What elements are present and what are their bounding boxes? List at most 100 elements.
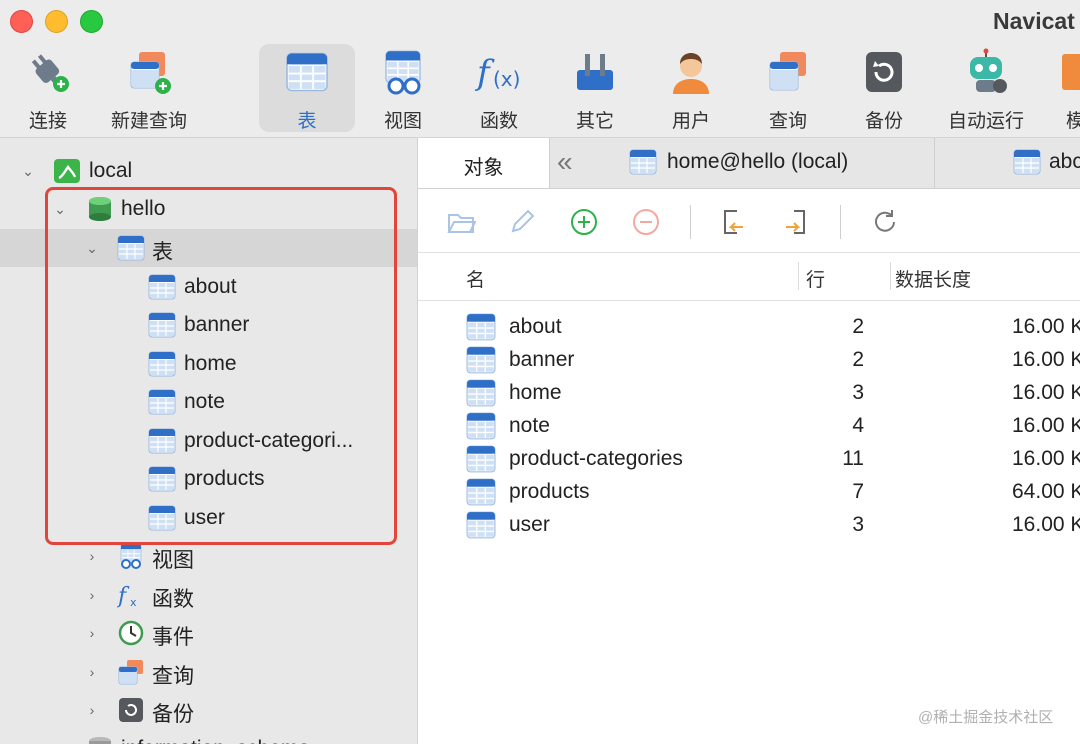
function-icon: f (x) [475,53,520,93]
table-icon [148,351,176,377]
user-icon [673,53,709,94]
tree-item-database-hello[interactable]: ⌄ hello [0,190,417,228]
toolbar-query-button[interactable]: 查询 [740,44,836,132]
tree-label: 备份 [152,703,194,726]
refresh-icon[interactable] [870,207,900,237]
tree-item-functions-group[interactable]: › f x 函数 [0,576,417,614]
table-icon [148,428,176,454]
tree-item-database-information-schema[interactable]: information_schema [0,730,417,744]
tools-icon [577,54,613,90]
pencil-icon[interactable] [507,207,537,237]
table-row[interactable]: user 3 16.00 KB [418,509,1080,542]
tab-bar: 对象 « home@hello (local) abc [418,138,1080,189]
tree-item-views-group[interactable]: › 视图 [0,537,417,575]
chevron-down-icon[interactable]: ⌄ [82,238,102,258]
toolbar-model-button[interactable]: 模 [1060,44,1080,132]
clock-icon [118,620,144,646]
row-count: 2 [852,315,864,338]
tree-item-table[interactable]: home [0,345,417,383]
object-table-header: 名 行 数据长度 [418,253,1080,301]
backup-icon [866,52,902,92]
export-icon[interactable] [780,207,810,237]
toolbar-function-button[interactable]: f (x) 函数 [451,44,547,132]
svg-text:x: x [130,596,137,608]
row-name: banner [509,348,575,371]
tree-item-table[interactable]: about [0,268,417,306]
table-row[interactable]: product-categories 11 16.00 KB [418,443,1080,476]
toolbar-view-button[interactable]: 视图 [355,44,451,132]
chevron-right-icon[interactable]: › [82,585,102,605]
column-divider[interactable] [890,262,891,290]
tree-item-table[interactable]: note [0,383,417,421]
chevron-right-icon[interactable]: › [82,623,102,643]
chevron-down-icon[interactable]: ⌄ [18,161,38,181]
toolbar-backup-button[interactable]: 备份 [836,44,932,132]
new-query-icon [130,52,171,94]
function-icon: f x [117,584,137,608]
database-icon [89,197,111,221]
tab-label: 对象 [463,157,504,179]
tab-home-table[interactable]: home@hello (local) [589,138,935,188]
toolbar-model-label: 模 [1066,111,1080,132]
row-name: about [509,315,562,338]
toolbar-automation-button[interactable]: 自动运行 [938,44,1034,132]
table-row[interactable]: note 4 16.00 KB [418,410,1080,443]
table-icon [466,312,496,342]
table-icon [629,149,657,175]
chevron-right-icon[interactable]: › [82,546,102,566]
tree-item-table[interactable]: user [0,499,417,537]
row-name: home [509,381,562,404]
tree-item-table[interactable]: product-categori... [0,422,417,460]
toolbar-backup-label: 备份 [864,111,903,132]
tree-label: 视图 [152,549,194,572]
svg-text:(x): (x) [493,67,520,91]
table-row[interactable]: home 3 16.00 KB [418,377,1080,410]
tree-item-tables-group[interactable]: ⌄ 表 [0,229,417,267]
table-icon [466,411,496,441]
tree-label: about [184,275,237,298]
toolbar-new-query-button[interactable]: 新建查询 [101,44,197,132]
table-row[interactable]: products 7 64.00 KB [418,476,1080,509]
zoom-window-button[interactable] [80,10,103,33]
tree-item-queries-group[interactable]: › 查询 [0,653,417,691]
column-header-data-length[interactable]: 数据长度 [895,265,971,292]
tree-item-backups-group[interactable]: › 备份 [0,691,417,729]
table-icon [466,444,496,474]
table-row[interactable]: about 2 16.00 KB [418,311,1080,344]
mysql-connection-icon [54,159,80,183]
toolbar-other-button[interactable]: 其它 [547,44,643,132]
remove-icon[interactable] [631,207,661,237]
open-folder-icon[interactable] [446,207,476,237]
chevron-right-icon[interactable]: › [82,700,102,720]
toolbar-table-button[interactable]: 表 [259,44,355,132]
tab-abc-table[interactable]: abc [935,138,1080,188]
tree-item-connection-local[interactable]: ⌄ local [0,152,417,190]
table-icon [1013,149,1041,175]
table-row[interactable]: banner 2 16.00 KB [418,344,1080,377]
tree-item-table[interactable]: products [0,460,417,498]
row-data-length: 64.00 KB [1012,480,1080,503]
tab-scroll-left-button[interactable]: « [549,138,589,188]
toolbar-user-button[interactable]: 用户 [643,44,739,132]
column-header-name[interactable]: 名 [466,265,485,292]
table-icon [466,510,496,540]
tree-item-events-group[interactable]: › 事件 [0,614,417,652]
toolbar-connect-button[interactable]: 连接 [0,44,96,132]
tree-item-table[interactable]: banner [0,306,417,344]
row-name: note [509,414,550,437]
minimize-window-button[interactable] [45,10,68,33]
chevron-down-icon[interactable]: ⌄ [50,199,70,219]
tree-label: products [184,467,265,490]
column-header-rows[interactable]: 行 [806,265,825,292]
column-divider[interactable] [798,262,799,290]
svg-text:f: f [475,53,495,93]
chevron-right-icon[interactable]: › [82,662,102,682]
tab-objects[interactable]: 对象 [418,138,550,188]
object-toolbar [418,189,1080,253]
import-icon[interactable] [719,207,749,237]
database-icon [89,737,111,744]
table-icon [286,52,328,92]
row-data-length: 16.00 KB [1012,348,1080,371]
add-icon[interactable] [569,207,599,237]
close-window-button[interactable] [10,10,33,33]
